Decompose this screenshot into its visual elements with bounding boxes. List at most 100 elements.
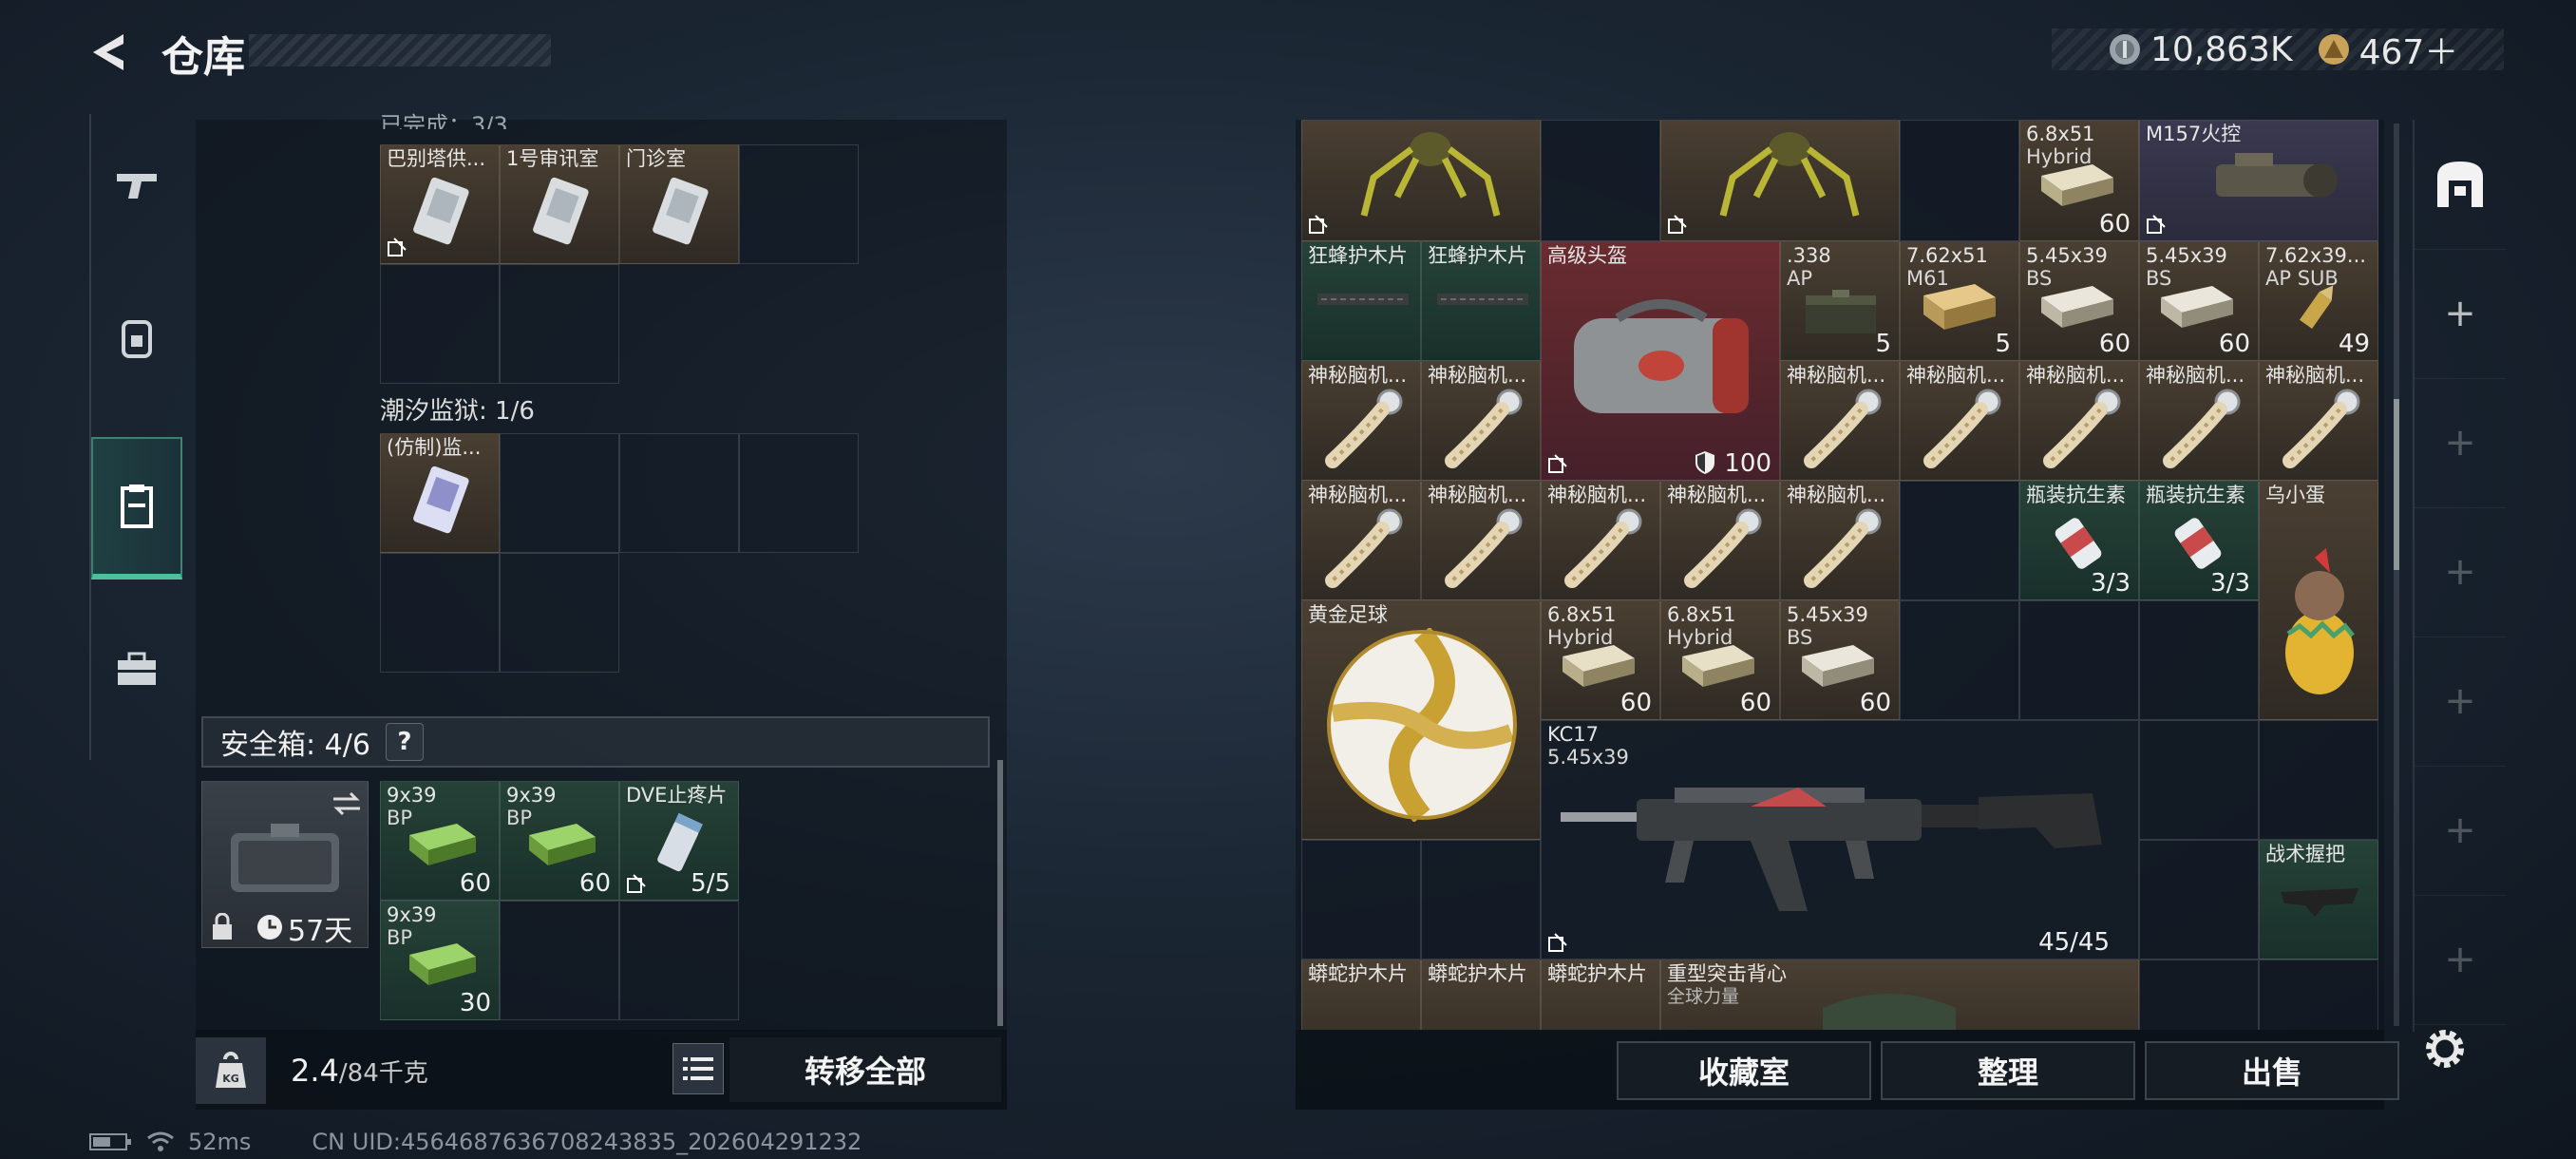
gear-icon[interactable] (2420, 1024, 2470, 1074)
empty-slot[interactable] (2139, 840, 2259, 960)
item-cell[interactable]: 9x39 BP 60 (380, 781, 500, 901)
item-cell[interactable]: 蟒蛇护木片 (1301, 960, 1421, 1030)
item-cell[interactable]: 乌小蛋 (2259, 481, 2378, 720)
item-cell[interactable]: 1号审讯室 (500, 144, 619, 264)
item-cell[interactable]: 9x39 BP 60 (500, 781, 619, 901)
item-cell[interactable]: 蟒蛇护木片 (1421, 960, 1541, 1030)
unbound-icon (388, 238, 407, 256)
gold-balance[interactable]: 467＋ (2359, 25, 2459, 74)
item-cell[interactable]: 狂蜂护木片 (1301, 241, 1421, 361)
empty-slot[interactable] (500, 433, 619, 553)
item-cell[interactable]: 瓶装抗生素 3/3 (2019, 481, 2139, 600)
right-scrollbar-track[interactable] (2394, 124, 2399, 1026)
item-cell[interactable] (1301, 120, 1541, 241)
item-cell[interactable]: 6.8x51 Hybrid 60 (1660, 600, 1780, 720)
empty-slot[interactable] (739, 433, 859, 553)
empty-slot[interactable] (1301, 840, 1421, 960)
empty-slot[interactable] (380, 264, 500, 384)
item-cell[interactable]: DVE止疼片 5/5 (619, 781, 739, 901)
empty-slot[interactable] (1421, 840, 1541, 960)
empty-slot[interactable] (2019, 600, 2139, 720)
item-cell[interactable]: KC17 5.45x39 45/45 (1541, 720, 2139, 960)
item-cell[interactable]: 神秘脑机... (1780, 481, 1900, 600)
empty-slot[interactable] (2139, 600, 2259, 720)
item-cell[interactable]: 5.45x39 BS 60 (1780, 600, 1900, 720)
item-cell[interactable]: 神秘脑机... (2019, 361, 2139, 481)
help-icon[interactable]: ? (385, 723, 424, 761)
item-cell[interactable]: 黄金足球 (1301, 600, 1541, 840)
empty-slot[interactable] (380, 553, 500, 673)
handguard-icon (1437, 294, 1528, 305)
item-cell[interactable]: 神秘脑机... (1780, 361, 1900, 481)
item-cell[interactable]: 神秘脑机... (1900, 361, 2019, 481)
item-cell[interactable]: 门诊室 (619, 144, 739, 264)
nav-toolbox[interactable] (91, 598, 182, 741)
item-cell[interactable]: 7.62x51 M61 5 (1900, 241, 2019, 361)
empty-slot[interactable] (2139, 960, 2259, 1030)
empty-slot[interactable] (1900, 120, 2019, 241)
item-cell[interactable]: 蟒蛇护木片 (1541, 960, 1660, 1030)
item-cell[interactable]: 5.45x39 BS 60 (2019, 241, 2139, 361)
item-cell[interactable]: 6.8x51 Hybrid 60 (1541, 600, 1660, 720)
brain-chip-icon (2163, 389, 2241, 468)
item-cell[interactable]: 神秘脑机... (1301, 361, 1421, 481)
right-scrollbar-thumb[interactable] (2394, 399, 2399, 570)
item-cell[interactable]: 神秘脑机... (1421, 481, 1541, 600)
item-cell[interactable]: 神秘脑机... (1660, 481, 1780, 600)
bullet-icon (2299, 285, 2334, 329)
stash-tab-add[interactable]: + (2415, 249, 2506, 379)
item-cell[interactable]: (仿制)监... (380, 433, 500, 553)
empty-slot[interactable] (2259, 720, 2378, 840)
empty-slot[interactable] (619, 433, 739, 553)
sell-button[interactable]: 出售 (2145, 1041, 2399, 1100)
item-cell[interactable]: 巴别塔供... (380, 144, 500, 264)
currency-bar: 10,863K 467＋ (2052, 28, 2504, 72)
nav-backpack[interactable] (91, 266, 182, 408)
item-cell[interactable]: 狂蜂护木片 (1421, 241, 1541, 361)
ammo-box-icon (1923, 284, 1996, 330)
stash-tab-locked: + (2415, 636, 2506, 767)
durability-shield-icon (1695, 451, 1714, 474)
item-cell[interactable]: 神秘脑机... (2139, 361, 2259, 481)
item-cell[interactable]: 9x39 BP 30 (380, 901, 500, 1020)
empty-slot[interactable] (1541, 120, 1660, 241)
empty-slot[interactable] (1900, 600, 2019, 720)
empty-slot[interactable] (739, 144, 859, 264)
empty-slot[interactable] (500, 264, 619, 384)
item-cell[interactable]: 神秘脑机... (1301, 481, 1421, 600)
collection-room-button[interactable]: 收藏室 (1617, 1041, 1871, 1100)
empty-slot[interactable] (619, 901, 739, 1020)
egg-figure-icon (2285, 548, 2355, 694)
item-cell[interactable]: 高级头盔 100 (1541, 241, 1780, 481)
item-cell[interactable]: 战术握把 (2259, 840, 2378, 960)
stash-tab-main[interactable] (2415, 120, 2506, 250)
item-cell[interactable]: 神秘脑机... (1541, 481, 1660, 600)
lock-icon (213, 913, 232, 940)
empty-slot[interactable] (2259, 960, 2378, 1030)
item-cell[interactable]: 6.8x51 Hybrid 60 (2019, 120, 2139, 241)
swap-icon (333, 791, 360, 816)
empty-slot[interactable] (500, 553, 619, 673)
back-arrow-icon[interactable] (85, 28, 133, 76)
sort-button[interactable]: 整理 (1881, 1041, 2135, 1100)
nav-weapons[interactable] (91, 114, 182, 256)
item-cell[interactable]: .338 AP 5 (1780, 241, 1900, 361)
nav-storage[interactable] (91, 437, 182, 580)
empty-slot[interactable] (1900, 481, 2019, 600)
item-cell[interactable]: 神秘脑机... (2259, 361, 2378, 481)
left-scrollbar[interactable] (997, 760, 1003, 1026)
empty-slot[interactable] (2139, 720, 2259, 840)
item-cell[interactable]: 7.62x39... AP SUB 49 (2259, 241, 2378, 361)
item-cell[interactable]: 5.45x39 BS 60 (2139, 241, 2259, 361)
item-cell[interactable]: 重型突击背心 全球力量 (1660, 960, 2139, 1030)
item-cell[interactable]: M157火控 (2139, 120, 2378, 241)
transfer-all-button[interactable]: 转移全部 (729, 1037, 1001, 1102)
stash-tab-locked: + (2415, 766, 2506, 896)
item-cell[interactable]: 神秘脑机... (1421, 361, 1541, 481)
safebox-container[interactable]: 57天 (201, 781, 369, 948)
empty-slot[interactable] (500, 901, 619, 1020)
item-cell[interactable]: 瓶装抗生素 3/3 (2139, 481, 2259, 600)
list-view-button[interactable] (672, 1043, 724, 1094)
silver-balance: 10,863K (2150, 29, 2293, 69)
item-cell[interactable] (1660, 120, 1900, 241)
